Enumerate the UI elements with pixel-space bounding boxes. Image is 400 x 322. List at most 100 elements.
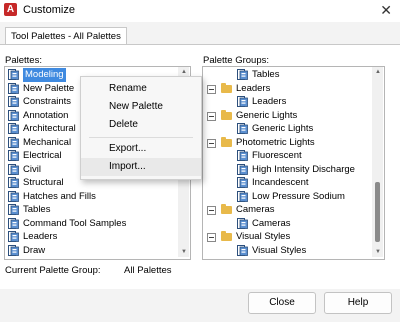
tool-palette-icon (8, 163, 19, 175)
tool-palette-icon (237, 190, 248, 202)
tool-palette-icon (8, 217, 19, 229)
palette-list-item-label: Constraints (23, 96, 72, 107)
palette-group-label: Photometric Lights (236, 136, 315, 148)
palette-group-node[interactable]: Generic Lights (205, 109, 370, 123)
palette-list-item-label: Mechanical (23, 136, 72, 148)
tool-palette-icon (8, 204, 19, 215)
palette-group-label: Generic Lights (252, 123, 314, 134)
palette-group-item[interactable]: Leaders (205, 95, 370, 109)
scroll-up-arrow-icon[interactable]: ▲ (181, 69, 187, 75)
scroll-down-arrow-icon[interactable]: ▼ (181, 249, 187, 255)
palette-list-item-label: Structural (23, 177, 64, 188)
palette-group-item[interactable]: Incandescent (205, 176, 370, 190)
tool-palette-icon (237, 217, 248, 229)
palette-list-item-label: Leaders (23, 231, 58, 242)
tool-palette-icon (8, 231, 19, 242)
close-button[interactable]: Close (248, 292, 316, 314)
menu-item-label: New Palette (109, 101, 163, 112)
window-title: Customize (23, 4, 75, 16)
menu-item-label: Import... (109, 161, 146, 172)
scroll-down-arrow-icon[interactable]: ▼ (375, 249, 381, 255)
palette-group-node[interactable]: Cameras (205, 203, 370, 217)
palette-list-item[interactable]: Tables (8, 203, 176, 217)
palette-group-item[interactable]: Visual Styles (205, 244, 370, 258)
tool-palette-icon (8, 82, 19, 94)
menu-item-export[interactable]: Export... (81, 140, 201, 158)
tool-palette-icon (8, 136, 19, 148)
palette-group-label: Cameras (236, 204, 275, 215)
menu-separator (89, 137, 193, 138)
palette-group-item[interactable]: Cameras (205, 217, 370, 231)
palette-group-node[interactable]: Leaders (205, 82, 370, 96)
collapse-toggle-icon[interactable] (207, 206, 216, 215)
tab-tool-palettes[interactable]: Tool Palettes - All Palettes (5, 27, 127, 45)
collapse-toggle-icon[interactable] (207, 84, 216, 94)
current-group-label: Current Palette Group: (5, 265, 101, 276)
collapse-toggle-icon[interactable] (207, 111, 216, 121)
palette-group-node[interactable]: Visual Styles (205, 230, 370, 244)
palette-group-item[interactable]: Low Pressure Sodium (205, 190, 370, 204)
palette-list-item[interactable]: Command Tool Samples (8, 217, 176, 231)
palette-list-item-label: Electrical (23, 150, 62, 161)
help-button[interactable]: Help (324, 292, 392, 314)
palette-groups-tree[interactable]: Tables Leaders Leaders Generic Lights Generi… (202, 66, 385, 260)
palette-group-node[interactable]: Photometric Lights (205, 136, 370, 150)
palette-list-item-label: Civil (23, 163, 41, 175)
palette-list-item-label: Command Tool Samples (23, 217, 127, 229)
palette-group-label: Visual Styles (252, 244, 307, 256)
menu-item-import[interactable]: Import... (81, 158, 201, 176)
folder-icon (221, 204, 232, 214)
tool-palette-icon (8, 244, 19, 256)
tool-palette-icon (8, 150, 19, 161)
palette-list-item-label: Hatches and Fills (23, 190, 96, 202)
palette-list-item[interactable]: Leaders (8, 230, 176, 244)
palette-group-item[interactable]: Tables (205, 68, 370, 82)
collapse-toggle-icon[interactable] (207, 138, 216, 148)
palette-group-label: Incandescent (252, 177, 309, 188)
palette-list-item[interactable]: Draw (8, 244, 176, 258)
folder-icon (221, 231, 232, 241)
palette-group-item[interactable]: Fluorescent (205, 149, 370, 163)
palette-groups-label: Palette Groups: (203, 55, 270, 66)
palettes-label: Palettes: (5, 55, 42, 66)
palette-group-label: Leaders (252, 96, 287, 107)
menu-item-rename[interactable]: Rename (81, 80, 201, 98)
menu-item-delete[interactable]: Delete (81, 116, 201, 134)
menu-item-label: Rename (109, 83, 147, 94)
scroll-up-arrow-icon[interactable]: ▲ (375, 69, 381, 75)
palette-list-item-label: New Palette (23, 82, 75, 94)
tool-palette-icon (8, 177, 19, 188)
title-bar: A Customize ✕ (0, 0, 400, 22)
folder-icon (221, 136, 232, 147)
tool-palette-icon (237, 244, 248, 256)
palette-group-label: Visual Styles (236, 231, 291, 242)
palette-list-item-label: Annotation (23, 109, 69, 121)
app-icon: A (4, 3, 17, 16)
palette-group-label: High Intensity Discharge (252, 163, 355, 175)
menu-item-label: Delete (109, 119, 138, 130)
palette-groups-scroll-thumb[interactable] (375, 181, 380, 242)
menu-item-new-palette[interactable]: New Palette (81, 98, 201, 116)
close-window-icon[interactable]: ✕ (380, 2, 392, 18)
palette-group-item[interactable]: Generic Lights (205, 122, 370, 136)
palette-list-item-label: Modeling (23, 68, 66, 82)
tool-palette-icon (237, 69, 248, 80)
palette-group-label: Generic Lights (236, 109, 298, 121)
palette-list-item-label: Architectural (23, 123, 76, 134)
tool-palette-icon (237, 123, 248, 134)
collapse-toggle-icon[interactable] (207, 233, 216, 242)
customize-dialog: A Customize ✕ Tool Palettes - All Palett… (0, 0, 400, 322)
tool-palette-icon (237, 163, 248, 175)
palette-list-item-label: Draw (23, 244, 46, 256)
tool-palette-icon (237, 96, 248, 107)
tool-palette-icon (8, 123, 19, 134)
palette-group-item[interactable]: High Intensity Discharge (205, 163, 370, 177)
tool-palette-icon (8, 96, 19, 107)
tool-palette-icon (237, 177, 248, 188)
current-group-value: All Palettes (124, 265, 172, 276)
palette-list-item[interactable]: Hatches and Fills (8, 190, 176, 204)
palette-groups-scrollbar[interactable]: ▲ ▼ (372, 67, 383, 257)
tool-palette-icon (237, 150, 248, 161)
context-menu: Rename New Palette Delete Export... Impo… (80, 76, 202, 180)
palette-list-item-label: Tables (23, 204, 51, 215)
